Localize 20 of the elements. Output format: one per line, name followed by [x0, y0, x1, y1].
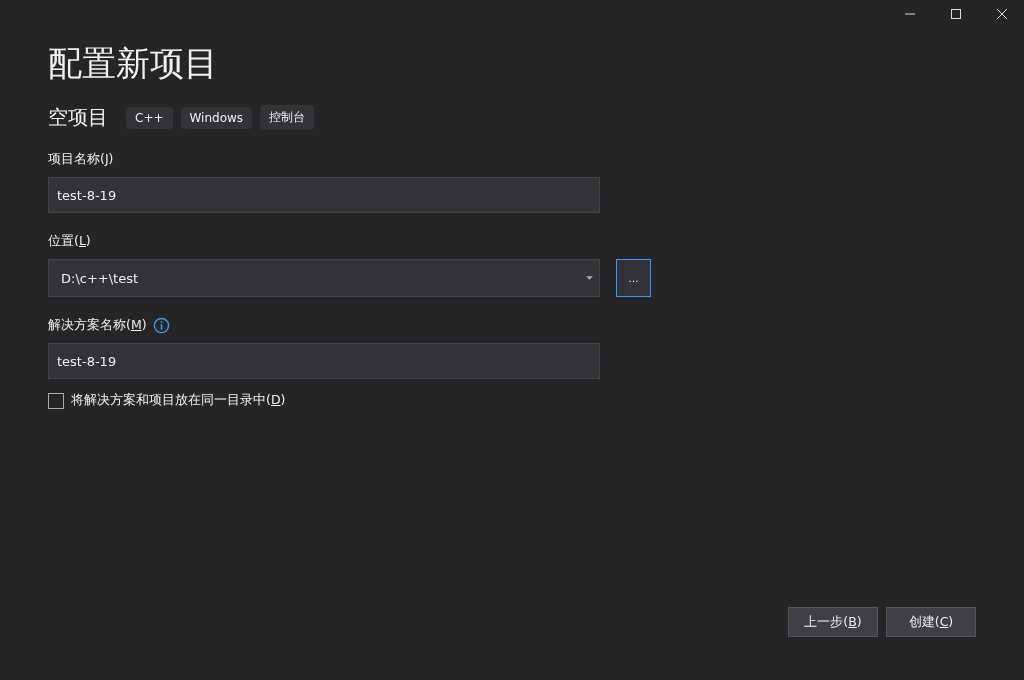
caret-icon	[586, 276, 593, 280]
field-label: 项目名称(J)	[48, 150, 114, 168]
tag: C++	[126, 106, 173, 129]
window-title: 配置新项目	[48, 42, 219, 85]
checkbox-label: 将解决方案和项目放在同一目录中(D)	[71, 392, 286, 409]
browse-button[interactable]: ...	[616, 259, 651, 297]
maximize-icon[interactable]	[950, 8, 962, 20]
field-label: 解决方案名称(M)	[48, 316, 147, 334]
dialog-button[interactable]: 创建(C)	[886, 607, 976, 637]
tag: 控制台	[260, 105, 315, 130]
text-field[interactable]: test-8-19	[48, 343, 600, 379]
close-icon[interactable]	[996, 8, 1008, 20]
field-label: 位置(L)	[48, 232, 91, 250]
info-icon[interactable]	[152, 316, 170, 334]
location-dropdown[interactable]: D:\c++\test	[48, 259, 600, 297]
template-name: 空项目	[48, 104, 108, 131]
tag: Windows	[180, 106, 253, 129]
checkbox[interactable]	[48, 392, 64, 409]
dialog-button[interactable]: 上一步(B)	[788, 607, 878, 637]
text-field[interactable]: test-8-19	[48, 177, 600, 213]
